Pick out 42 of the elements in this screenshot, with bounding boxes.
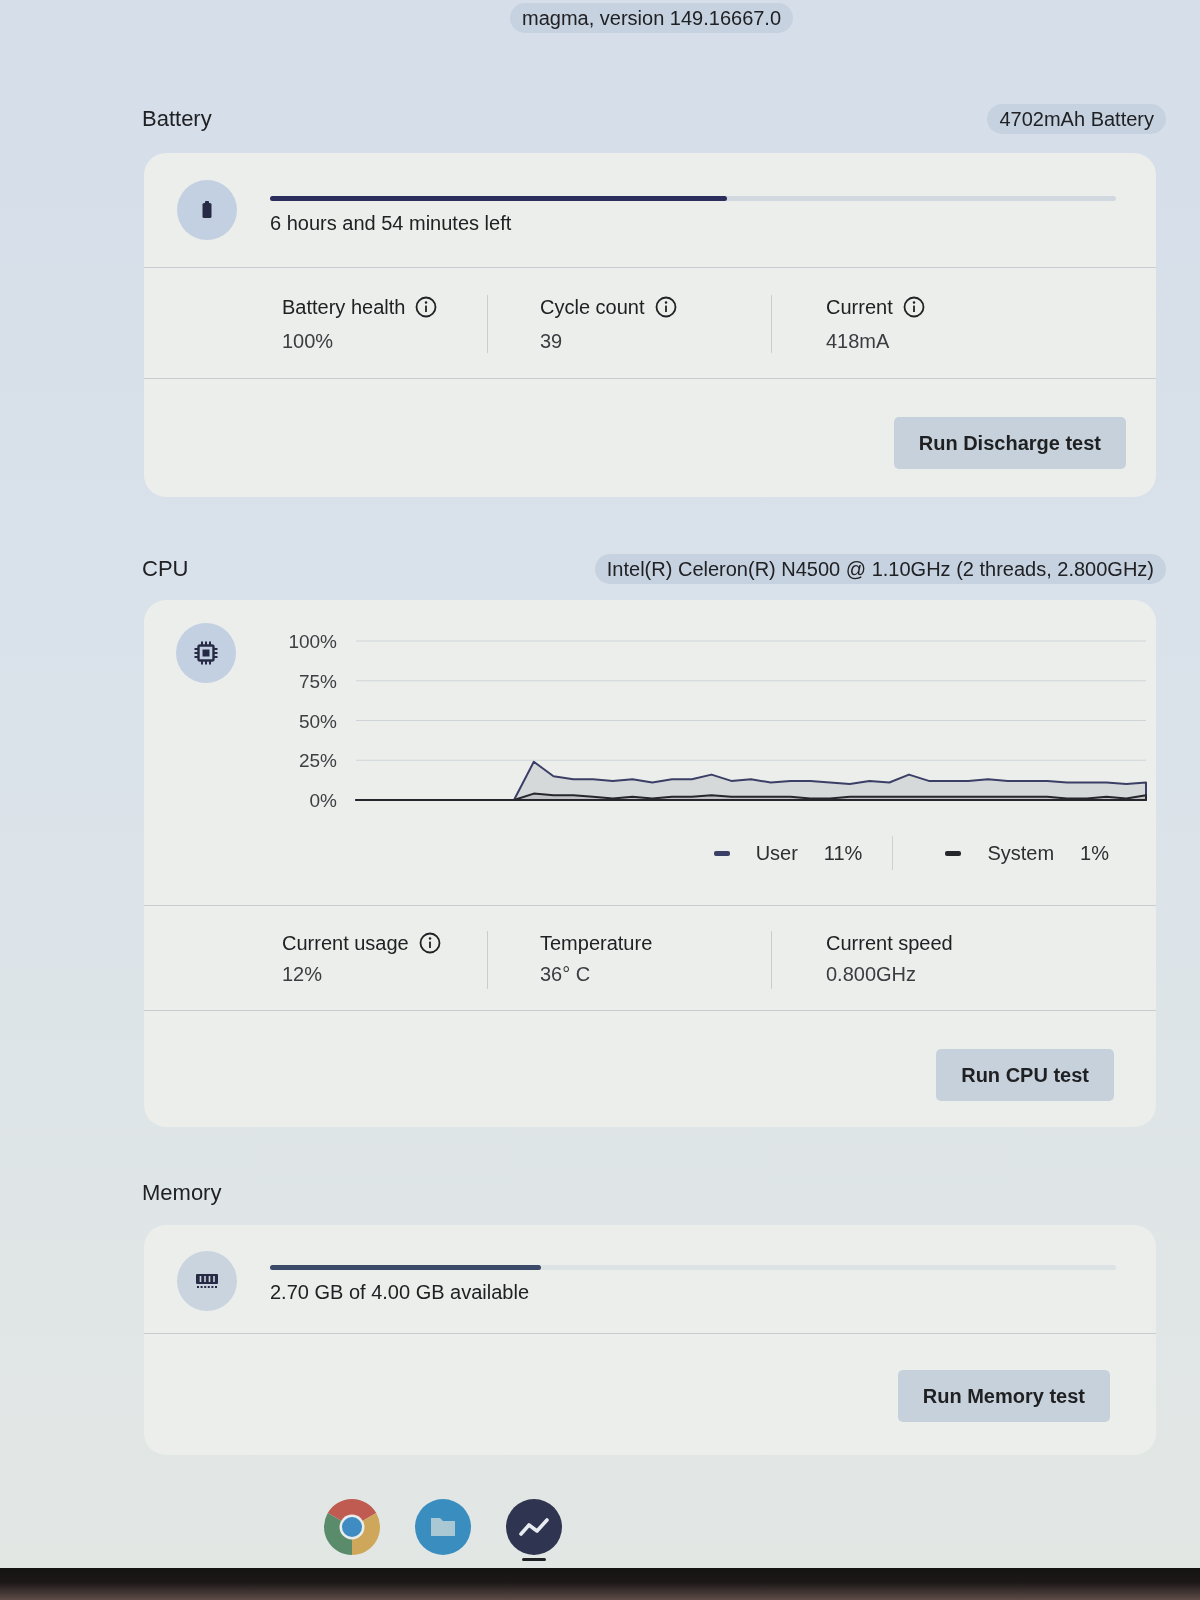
legend-value: 1% xyxy=(1080,841,1109,865)
battery-time-left: 6 hours and 54 minutes left xyxy=(270,211,512,235)
memory-available-text: 2.70 GB of 4.00 GB available xyxy=(270,1280,530,1304)
metric-value: 418mA xyxy=(826,329,890,353)
line-chart-icon[interactable] xyxy=(506,1499,562,1555)
metric-value: 12% xyxy=(282,962,323,986)
y-tick-label: 25% xyxy=(298,750,337,772)
info-icon[interactable] xyxy=(415,296,438,318)
metric-value: 100% xyxy=(282,329,334,353)
metric-label: Battery health xyxy=(282,295,406,319)
chip-icon xyxy=(176,623,236,683)
run-memory-test-button[interactable]: Run Memory test xyxy=(897,1370,1110,1422)
metric-value: 39 xyxy=(540,329,563,353)
legend-label: System xyxy=(987,841,1055,865)
memory-module-icon xyxy=(177,1251,237,1311)
run-cpu-test-button[interactable]: Run CPU test xyxy=(936,1049,1114,1101)
folder-icon[interactable] xyxy=(415,1499,471,1555)
metric-label: Cycle count xyxy=(540,295,645,319)
metric-label: Current usage xyxy=(282,931,409,955)
segmented-ring-icon[interactable] xyxy=(324,1499,380,1555)
info-icon[interactable] xyxy=(418,932,441,954)
metric-label: Temperature xyxy=(540,931,653,955)
info-icon[interactable] xyxy=(902,296,925,318)
info-icon[interactable] xyxy=(654,296,677,318)
version-chip: magma, version 149.16667.0 xyxy=(510,3,794,33)
legend-label: User xyxy=(755,841,798,865)
metric-value: 36° C xyxy=(540,962,591,986)
battery-icon xyxy=(177,180,237,240)
run-discharge-test-button[interactable]: Run Discharge test xyxy=(893,417,1126,469)
y-tick-label: 50% xyxy=(298,710,337,732)
battery-capacity-chip: 4702mAh Battery xyxy=(987,104,1166,134)
metric-label: Current xyxy=(826,295,893,319)
section-title: Battery xyxy=(142,105,212,133)
section-title: Memory xyxy=(142,1179,222,1207)
metric-value: 0.800GHz xyxy=(826,962,917,986)
y-tick-label: 0% xyxy=(309,790,337,810)
section-title: CPU xyxy=(142,555,189,583)
cpu-model-chip: Intel(R) Celeron(R) N4500 @ 1.10GHz (2 threads, 2.800GHz) xyxy=(594,554,1166,584)
metric-label: Current speed xyxy=(826,931,953,955)
legend-value: 11% xyxy=(823,841,863,865)
y-tick-label: 100% xyxy=(288,631,337,652)
y-tick-label: 75% xyxy=(298,670,337,692)
